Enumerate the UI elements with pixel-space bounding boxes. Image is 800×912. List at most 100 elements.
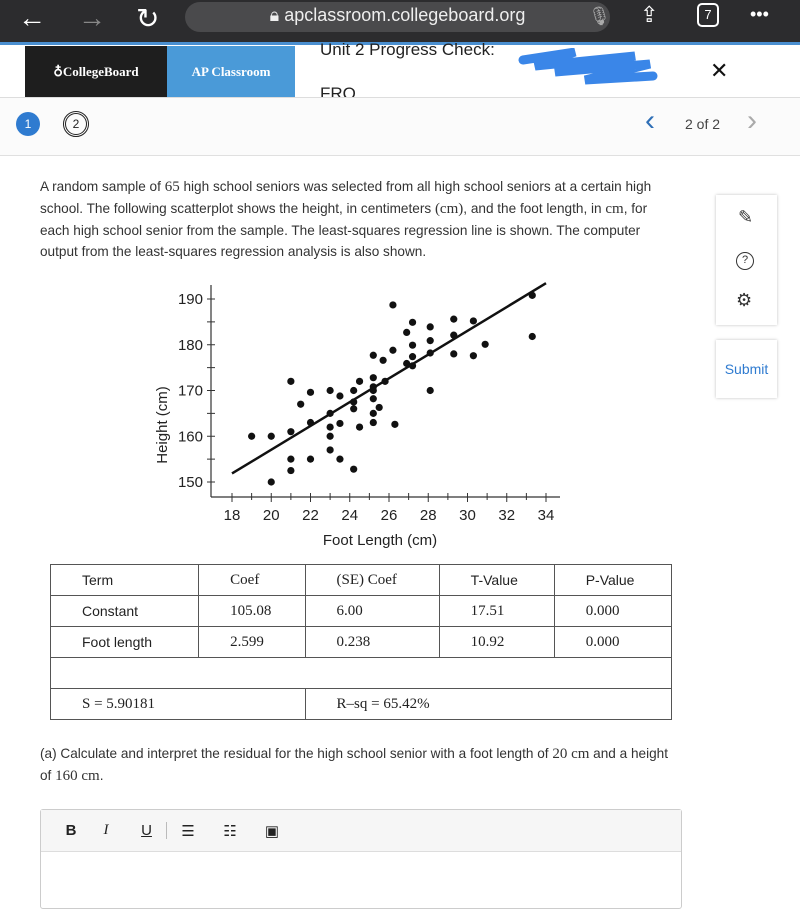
regression-line [231,282,547,475]
data-point [350,465,358,473]
x-axis-label: Foot Length (cm) [323,532,437,549]
page-indicator: 2 of 2 [685,116,721,132]
data-point [408,318,417,326]
header-p-value: P-Value [553,564,673,596]
data-point [469,317,477,325]
data-point [369,395,377,403]
y-tick-label: 160 [178,428,203,445]
acorn-icon: ♁ [53,63,63,79]
data-point [408,341,417,349]
bold-button[interactable]: B [57,822,85,839]
data-point [287,466,295,475]
y-tick-label: 170 [178,383,203,400]
settings-icon[interactable]: ⚙︎ [736,290,752,311]
editor-toolbar: B I U ☰ ☷ ▣ [41,810,681,852]
data-point [528,332,536,341]
cell: 6.00 [304,595,440,627]
table-header-row: Term Coef (SE) Coef T-Value P-Value [49,564,673,596]
numbered-list-icon[interactable]: ☷ [209,822,251,840]
data-point [389,301,397,309]
underline-button[interactable]: U [127,822,167,839]
back-button[interactable]: ← [18,2,46,34]
pencil-icon[interactable]: ✎ [738,207,753,228]
data-point [481,340,489,348]
data-point [350,398,358,406]
x-tick-label: 18 [224,507,241,524]
data-point [287,455,295,463]
data-point [369,418,377,427]
table-row-summary: S = 5.90181 R–sq = 65.42% [50,688,673,720]
question-2-button[interactable]: 2 [63,111,89,137]
data-point [528,291,536,299]
share-icon[interactable]: ⇪ [640,2,658,28]
cell [50,657,672,689]
y-tick-label: 180 [178,337,203,354]
data-point [381,377,389,385]
data-point [326,423,334,431]
browser-toolbar: ← → ↻ 🔒︎ apclassroom.collegeboard.org 🎙︎… [0,0,800,42]
data-point [450,350,458,358]
forward-button[interactable]: → [78,2,106,34]
tabs-button[interactable]: 7 [697,3,719,27]
cell: 17.51 [438,595,555,627]
close-button[interactable]: ✕ [710,58,728,84]
page-title: Unit 2 Progress Check: [320,40,495,59]
data-point [355,377,364,385]
data-point [248,432,256,440]
submit-button[interactable]: Submit [716,340,777,398]
data-point [336,419,344,428]
bulleted-list-icon[interactable]: ☰ [167,822,209,840]
data-point [426,337,434,345]
data-point [369,351,377,359]
data-point [369,409,377,417]
data-point [426,386,434,395]
logo-text: CollegeBoard [62,63,139,79]
y-axis-label: Height (cm) [154,386,171,464]
question-1-button[interactable]: 1 [16,112,40,136]
ap-classroom-link[interactable]: AP Classroom [167,46,295,97]
collegeboard-logo[interactable]: ♁ CollegeBoard [25,46,167,97]
data-point [426,323,434,331]
y-tick-label: 190 [178,291,203,308]
data-point [391,420,399,428]
table-row-empty [50,657,672,689]
image-icon[interactable]: ▣ [251,822,293,840]
prev-button[interactable]: ‹ [645,104,655,138]
address-bar[interactable]: 🔒︎ apclassroom.collegeboard.org [185,2,610,32]
tool-panel: ✎ ? ⚙︎ [716,195,777,325]
data-point [326,386,334,395]
data-point [306,455,315,463]
data-point [375,403,383,412]
cell: 10.92 [438,626,555,658]
data-point [379,356,387,364]
more-icon[interactable]: ••• [750,4,769,25]
cell: 0.000 [553,626,673,658]
data-point [403,328,411,336]
data-point [326,409,334,417]
data-point [306,388,315,396]
x-tick-label: 20 [263,507,280,524]
x-tick-label: 22 [302,507,319,524]
header-term: Term [49,564,200,596]
help-icon[interactable]: ? [736,252,754,270]
cell: 105.08 [198,595,306,627]
answer-textarea[interactable] [41,852,681,912]
data-point [426,349,434,357]
cell: 0.000 [553,595,673,627]
x-tick-label: 32 [498,507,515,524]
data-point [326,446,334,454]
redaction-scribble [518,48,658,85]
table-row: Foot length 2.599 0.238 10.92 0.000 [49,626,673,658]
microphone-icon[interactable]: 🎙︎ [588,6,611,27]
data-point [450,315,458,323]
cell: Foot length [49,626,200,658]
table-row: Constant 105.08 6.00 17.51 0.000 [49,595,673,627]
reload-button[interactable]: ↻ [136,2,159,35]
cell: Constant [49,595,200,627]
x-tick-label: 26 [381,507,398,524]
data-point [267,478,275,486]
data-point [350,386,358,395]
italic-button[interactable]: I [85,822,127,839]
next-button[interactable]: › [747,104,757,138]
scatterplot: 150 160 170 180 190 18 20 22 24 26 28 30 32 34 Foot L… [154,282,560,549]
